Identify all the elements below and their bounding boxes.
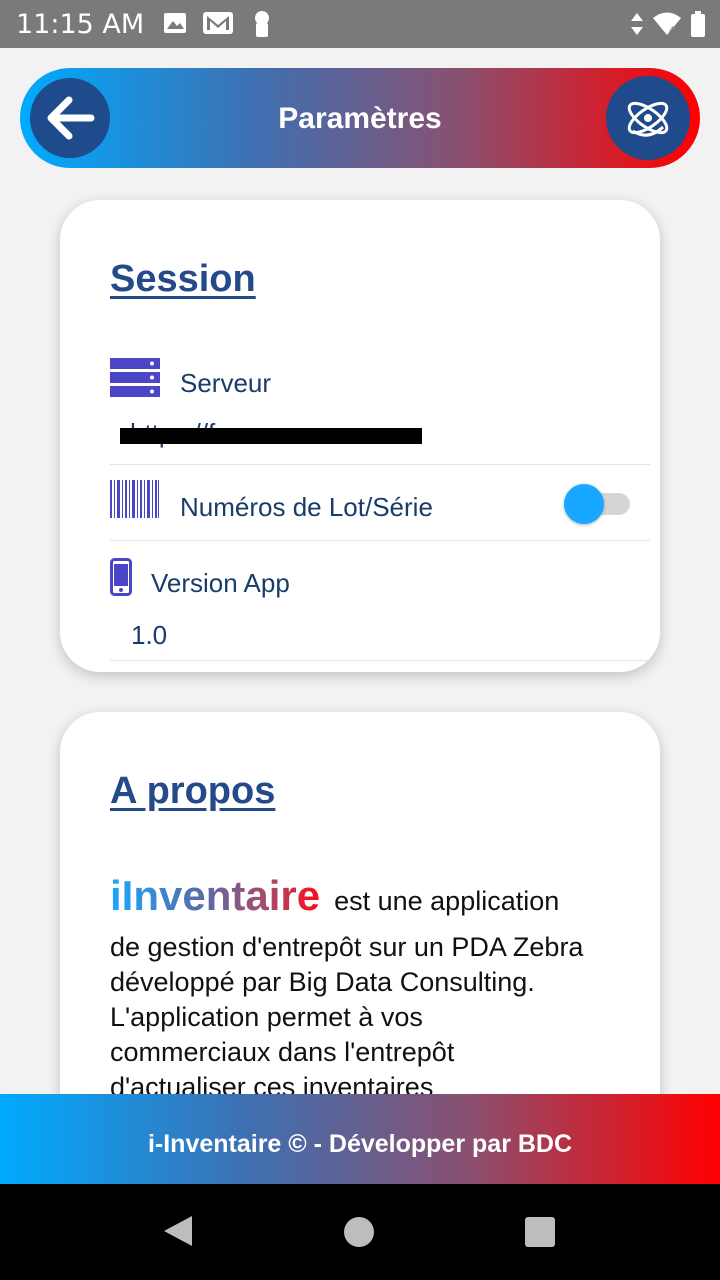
svg-text:4: 4: [669, 26, 675, 36]
divider: [110, 464, 650, 465]
session-card: Session Serveur https://f... Numéros de …: [60, 200, 660, 672]
toggle-knob: [564, 484, 604, 524]
version-value: 1.0: [131, 620, 168, 650]
about-heading: A propos: [110, 770, 276, 812]
nav-back-button[interactable]: [162, 1214, 194, 1253]
server-label: Serveur: [180, 368, 272, 398]
nav-recents-button[interactable]: [525, 1217, 555, 1247]
footer-text: i-Inventaire © - Développer par BDC: [147, 1130, 573, 1158]
about-intro-line: iInventaire est une application: [110, 872, 559, 920]
status-bar: 11:15 AM 4: [0, 0, 720, 48]
keyhole-icon: [252, 10, 272, 43]
about-intro-rest: est une application: [334, 886, 560, 916]
data-arrows-icon: [630, 11, 644, 42]
about-text: de gestion d'entrepôt sur un PDA Zebra d…: [110, 932, 584, 1102]
image-icon: [162, 10, 188, 41]
app-logo-button[interactable]: [606, 76, 690, 160]
version-label: Version App: [151, 568, 290, 598]
status-time: 11:15 AM: [16, 9, 145, 40]
redaction-bar: [120, 428, 422, 444]
version-row: Version App: [110, 558, 650, 598]
navigation-bar: [0, 1184, 720, 1280]
brand-name: iInventaire: [110, 872, 321, 919]
wifi-icon: 4: [652, 11, 682, 42]
app-footer: i-Inventaire © - Développer par BDC: [0, 1094, 720, 1184]
page-title: Paramètres: [278, 102, 442, 135]
lot-serial-toggle[interactable]: [564, 482, 630, 526]
app-header: Paramètres: [20, 68, 700, 168]
barcode-icon: [110, 480, 160, 525]
server-row: Serveur: [110, 358, 650, 398]
atom-logo-icon: [627, 101, 669, 137]
nav-home-button[interactable]: [344, 1217, 374, 1247]
divider: [110, 660, 650, 661]
battery-icon: [690, 10, 706, 43]
divider: [110, 540, 650, 541]
phone-icon: [110, 558, 132, 601]
status-right-icons: 4: [630, 10, 706, 43]
gmail-icon: [202, 10, 234, 41]
session-heading: Session: [110, 258, 256, 300]
server-icon: [110, 358, 160, 403]
lot-label: Numéros de Lot/Série: [180, 492, 433, 522]
